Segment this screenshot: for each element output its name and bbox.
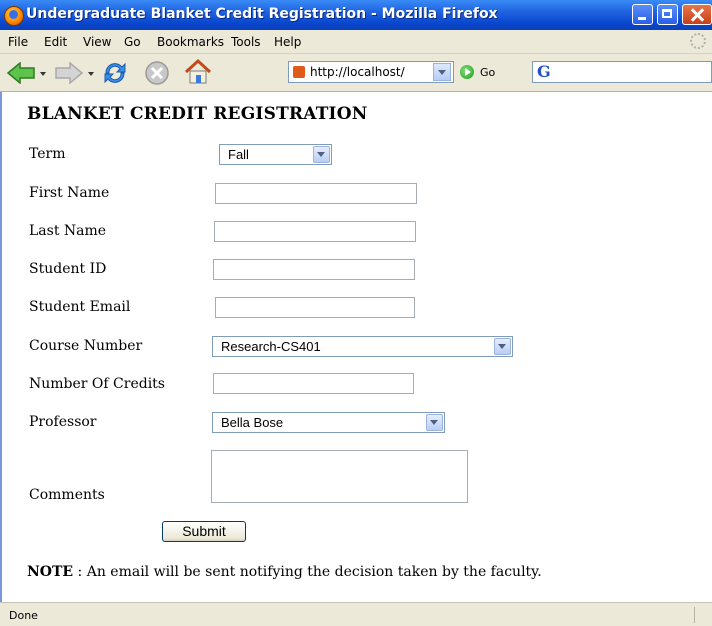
minimize-button[interactable] xyxy=(632,4,653,25)
term-label: Term xyxy=(29,146,66,162)
site-favicon-icon xyxy=(293,66,305,78)
chevron-down-icon[interactable] xyxy=(426,414,443,431)
comments-textarea[interactable] xyxy=(211,450,468,503)
chevron-down-icon[interactable] xyxy=(313,146,330,163)
student-id-label: Student ID xyxy=(29,261,107,277)
student-id-field[interactable] xyxy=(213,259,415,280)
window-title: Undergraduate Blanket Credit Registratio… xyxy=(26,6,498,22)
menu-go[interactable]: Go xyxy=(124,35,141,49)
forward-history-dropdown-icon[interactable] xyxy=(88,72,94,76)
first-name-field[interactable] xyxy=(215,183,417,204)
url-bar[interactable]: http://localhost/ xyxy=(288,61,454,83)
course-selected-value: Research-CS401 xyxy=(221,339,321,354)
status-text: Done xyxy=(9,609,38,622)
chevron-down-icon[interactable] xyxy=(494,338,511,355)
url-history-dropdown-icon[interactable] xyxy=(433,63,451,81)
note-text: NOTE : An email will be sent notifying t… xyxy=(27,564,542,580)
go-icon[interactable] xyxy=(460,65,474,79)
comments-label: Comments xyxy=(29,487,105,503)
home-icon[interactable] xyxy=(183,58,213,86)
forward-arrow-icon[interactable] xyxy=(54,62,84,84)
professor-select[interactable]: Bella Bose xyxy=(212,412,445,433)
submit-button[interactable]: Submit xyxy=(162,521,246,542)
student-email-label: Student Email xyxy=(29,299,131,315)
note-heading: NOTE xyxy=(27,564,74,580)
close-button[interactable] xyxy=(682,4,712,25)
maximize-button[interactable] xyxy=(657,4,678,25)
term-selected-value: Fall xyxy=(228,147,249,162)
go-button-label[interactable]: Go xyxy=(480,66,495,79)
professor-selected-value: Bella Bose xyxy=(221,415,284,430)
number-of-credits-field[interactable] xyxy=(213,373,414,394)
menu-help[interactable]: Help xyxy=(274,35,301,49)
reload-icon[interactable] xyxy=(100,58,130,88)
activity-throbber-icon xyxy=(690,33,706,49)
course-number-select[interactable]: Research-CS401 xyxy=(212,336,513,357)
professor-label: Professor xyxy=(29,414,97,430)
status-bar: Done xyxy=(0,602,712,626)
firefox-logo-icon xyxy=(4,6,24,26)
number-of-credits-label: Number Of Credits xyxy=(29,376,165,392)
note-body: : An email will be sent notifying the de… xyxy=(73,564,542,580)
status-divider xyxy=(694,607,695,623)
term-select[interactable]: Fall xyxy=(219,144,332,165)
last-name-field[interactable] xyxy=(214,221,416,242)
window-titlebar: Undergraduate Blanket Credit Registratio… xyxy=(0,0,712,30)
back-arrow-icon[interactable] xyxy=(6,62,36,84)
menu-edit[interactable]: Edit xyxy=(44,35,67,49)
course-number-label: Course Number xyxy=(29,338,143,354)
back-history-dropdown-icon[interactable] xyxy=(40,72,46,76)
student-email-field[interactable] xyxy=(215,297,415,318)
stop-icon[interactable] xyxy=(144,60,170,86)
menu-bookmarks[interactable]: Bookmarks xyxy=(157,35,224,49)
last-name-label: Last Name xyxy=(29,223,107,239)
menu-view[interactable]: View xyxy=(83,35,111,49)
menu-file[interactable]: File xyxy=(8,35,28,49)
url-text[interactable]: http://localhost/ xyxy=(310,65,405,79)
menu-tools[interactable]: Tools xyxy=(231,35,261,49)
search-box[interactable]: G xyxy=(532,61,712,83)
page-title: BLANKET CREDIT REGISTRATION xyxy=(27,104,368,124)
first-name-label: First Name xyxy=(29,185,110,201)
google-search-icon: G xyxy=(537,62,551,81)
menu-bar: File Edit View Go Bookmarks Tools Help xyxy=(0,30,712,54)
